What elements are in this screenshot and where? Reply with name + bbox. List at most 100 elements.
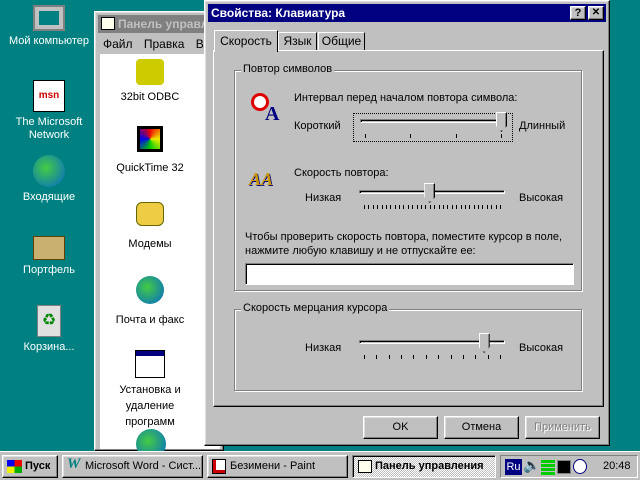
tab-label: Общие — [321, 34, 362, 48]
help-button[interactable]: ? — [570, 6, 586, 20]
rate-slider[interactable] — [353, 183, 513, 214]
cp-item-modems[interactable]: Модемы — [100, 202, 200, 250]
ok-button[interactable]: OK — [363, 416, 438, 439]
desktop-icon-briefcase[interactable]: Портфель — [4, 230, 94, 276]
slider-tick — [450, 355, 452, 359]
modem-phone-icon — [136, 202, 164, 226]
desktop-icon-inbox[interactable]: Входящие — [4, 155, 94, 203]
task-label: Безимени - Paint — [230, 460, 316, 472]
slider-tick — [425, 205, 427, 209]
icon-label: Портфель — [23, 264, 75, 276]
menu-edit[interactable]: Правка — [144, 37, 185, 51]
close-button[interactable]: ✕ — [588, 6, 604, 20]
desktop-icon-recycle-bin[interactable]: ♻ Корзина... — [4, 305, 94, 353]
slider-tick — [377, 205, 379, 209]
monitor-icon[interactable] — [557, 460, 571, 474]
slider-tick — [421, 205, 423, 209]
blink-slider[interactable] — [353, 333, 513, 364]
slider-tick — [473, 205, 475, 209]
slider-tick — [388, 355, 390, 359]
cp-item-quicktime[interactable]: QuickTime 32 — [100, 126, 200, 174]
slider-tick — [403, 205, 405, 209]
desktop-icon-my-computer[interactable]: Мой компьютер — [4, 5, 94, 47]
item-label: Модемы — [128, 238, 172, 250]
start-button[interactable]: Пуск — [2, 455, 58, 478]
quicktime-icon — [137, 126, 163, 152]
slider-tick — [491, 205, 493, 209]
dialog-titlebar[interactable]: Свойства: Клавиатура ? ✕ — [208, 4, 606, 22]
slider-tick — [464, 205, 466, 209]
my-computer-icon — [33, 5, 65, 31]
scheduler-clock-icon[interactable] — [573, 459, 587, 474]
task-paint[interactable]: Безимени - Paint — [207, 455, 348, 478]
clock[interactable]: 20:48 — [603, 460, 631, 472]
slider-tick — [376, 355, 378, 359]
tab-speed[interactable]: Скорость — [214, 30, 278, 52]
slider-tick — [434, 205, 436, 209]
blink-group-legend: Скорость мерцания курсора — [241, 302, 390, 314]
item-label: QuickTime 32 — [116, 162, 184, 174]
control-panel-titlebar[interactable]: Панель управл — [98, 15, 218, 33]
slider-tick — [425, 355, 427, 359]
control-panel-task-icon — [358, 460, 372, 473]
network-meter-icon[interactable] — [541, 460, 555, 475]
cancel-button[interactable]: Отмена — [444, 416, 519, 439]
tab-general[interactable]: Общие — [318, 32, 365, 51]
task-word[interactable]: W Microsoft Word - Сист... — [62, 455, 203, 478]
keyboard-properties-dialog[interactable]: Свойства: Клавиатура ? ✕ Скорость Язык О… — [204, 0, 610, 446]
apply-button[interactable]: Применить — [525, 416, 600, 439]
slider-tick — [407, 205, 409, 209]
slider-tick — [455, 134, 457, 138]
language-indicator[interactable]: Ru — [505, 459, 522, 475]
cp-item-mail-fax[interactable]: Почта и факс — [100, 276, 200, 326]
slider-tick — [451, 205, 453, 209]
slider-thumb[interactable] — [424, 183, 436, 203]
paint-icon — [212, 459, 226, 474]
slider-track[interactable] — [360, 119, 506, 123]
tab-label: Скорость — [220, 34, 272, 48]
slider-tick — [399, 205, 401, 209]
tab-language[interactable]: Язык — [278, 32, 317, 51]
repeat-group-legend: Повтор символов — [241, 63, 335, 75]
cp-item-add-remove[interactable]: Установка и удаление программ — [100, 350, 200, 430]
slider-thumb[interactable] — [496, 112, 507, 132]
odbc-icon — [136, 59, 164, 85]
icon-label: Входящие — [22, 191, 76, 203]
slider-tick — [456, 205, 458, 209]
cp-item-odbc[interactable]: 32bit ODBC — [100, 59, 200, 103]
mail-fax-icon — [136, 276, 164, 304]
recycle-bin-icon: ♻ — [37, 305, 61, 337]
delay-slider[interactable] — [353, 112, 513, 142]
repeat-test-input[interactable] — [245, 263, 574, 285]
task-label: Панель управления — [375, 460, 484, 472]
slider-tick — [500, 355, 501, 359]
window-title: Панель управл — [118, 17, 209, 31]
slider-tick — [486, 205, 488, 209]
slider-tick — [365, 134, 366, 138]
slider-tick — [401, 355, 403, 359]
slider-tick — [500, 205, 501, 209]
start-label: Пуск — [25, 460, 51, 472]
menu-file[interactable]: Файл — [103, 37, 133, 51]
item-label: Почта и факс — [115, 314, 185, 326]
delay-icon: A — [251, 93, 283, 125]
inbox-icon — [33, 155, 65, 187]
delay-min-label: Короткий — [294, 120, 341, 132]
delay-label: Интервал перед началом повтора символа: — [294, 92, 518, 104]
briefcase-icon — [33, 236, 65, 260]
slider-tick — [390, 205, 392, 209]
task-control-panel[interactable]: Панель управления — [352, 455, 496, 478]
word-icon: W — [67, 456, 81, 472]
slider-tick — [495, 205, 497, 209]
control-panel-icon — [101, 17, 115, 30]
slider-tick — [394, 205, 396, 209]
test-instructions: Чтобы проверить скорость повтора, помест… — [245, 231, 563, 257]
volume-icon[interactable]: 🔈 — [523, 457, 540, 474]
slider-tick — [482, 205, 484, 209]
slider-thumb[interactable] — [478, 333, 490, 353]
slider-tick — [438, 205, 440, 209]
msn-icon: msn — [33, 80, 65, 112]
dialog-title: Свойства: Клавиатура — [211, 6, 346, 20]
slider-tick — [364, 205, 365, 209]
desktop-icon-msn[interactable]: msn The Microsoft Network — [4, 80, 94, 142]
